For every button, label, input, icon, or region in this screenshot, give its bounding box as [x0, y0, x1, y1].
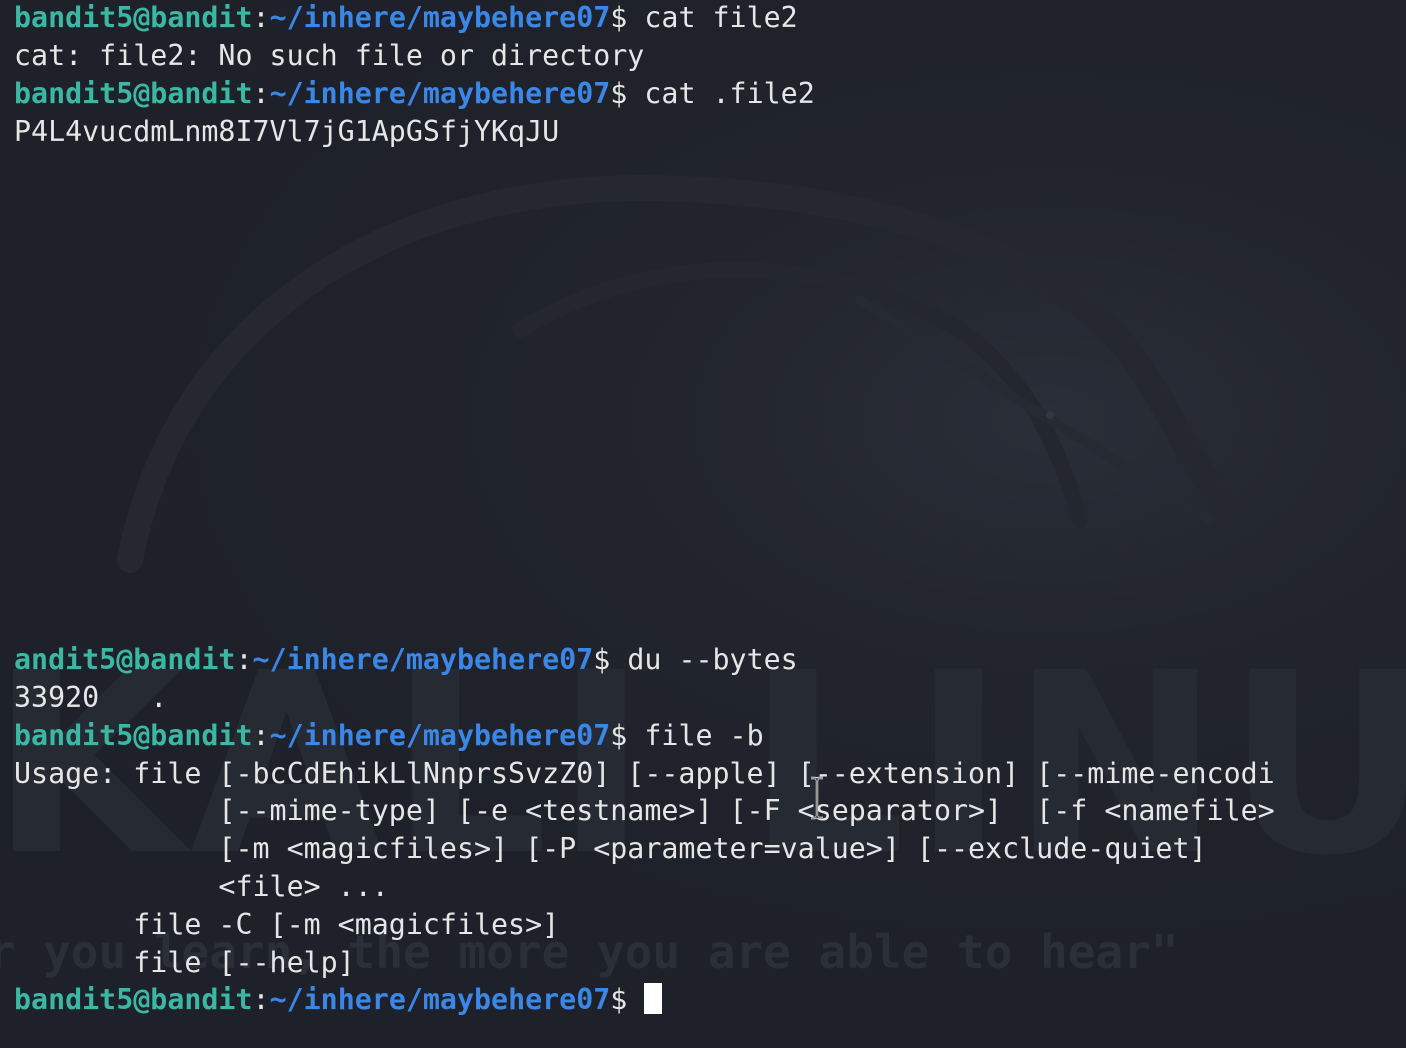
prompt-path: ~/inhere/maybehere07: [269, 77, 611, 110]
ibeam-cursor-icon: [811, 776, 823, 820]
prompt-symbol: $: [593, 643, 628, 676]
prompt-user-host: bandit5@bandit: [14, 983, 253, 1016]
prompt-line: bandit5@bandit:~/inhere/maybehere07$ cat…: [14, 0, 798, 37]
prompt-colon: :: [252, 1, 270, 34]
prompt-line: andit5@bandit:~/inhere/maybehere07$ du -…: [14, 641, 798, 679]
prompt-colon: :: [235, 643, 253, 676]
prompt-line: bandit5@bandit:~/inhere/maybehere07$ cat…: [14, 75, 815, 113]
output-line: <file> ...: [14, 870, 389, 903]
prompt-path: ~/inhere/maybehere07: [252, 643, 594, 676]
prompt-user-host: bandit5@bandit: [14, 1, 253, 34]
prompt-colon: :: [252, 983, 270, 1016]
prompt-symbol: $: [610, 77, 645, 110]
command-text: du --bytes: [627, 643, 798, 676]
output-line: [--mime-type] [-e <testname>] [-F <separ…: [14, 794, 1275, 827]
prompt-colon: :: [252, 77, 270, 110]
active-prompt-line[interactable]: bandit5@bandit:~/inhere/maybehere07$: [14, 981, 663, 1019]
prompt-colon: :: [252, 719, 270, 752]
prompt-symbol: $: [610, 983, 645, 1016]
terminal-window[interactable]: KALI LINUX er you learn, the more you ar…: [0, 0, 1406, 1048]
output-line: cat: file2: No such file or directory: [14, 39, 645, 72]
command-text: cat file2: [644, 1, 798, 34]
prompt-path: ~/inhere/maybehere07: [269, 719, 611, 752]
prompt-symbol: $: [610, 719, 645, 752]
output-line: file [--help]: [14, 946, 355, 979]
prompt-symbol: $: [610, 1, 645, 34]
text-cursor: [644, 983, 663, 1014]
command-text: file -b: [644, 719, 764, 752]
prompt-line: bandit5@bandit:~/inhere/maybehere07$ fil…: [14, 717, 764, 755]
output-line: 33920 .: [14, 681, 168, 714]
output-line: P4L4vucdmLnm8I7Vl7jG1ApGSfjYKqJU: [14, 115, 560, 148]
command-text: cat .file2: [644, 77, 815, 110]
output-line: [-m <magicfiles>] [-P <parameter=value>]…: [14, 832, 1207, 865]
output-line: Usage: file [-bcCdEhikLlNnprsSvzZ0] [--a…: [14, 757, 1275, 790]
output-line: file -C [-m <magicfiles>]: [14, 908, 560, 941]
prompt-path: ~/inhere/maybehere07: [269, 983, 611, 1016]
prompt-user-host: bandit5@bandit: [14, 719, 253, 752]
prompt-user-host: bandit5@bandit: [14, 77, 253, 110]
prompt-path: ~/inhere/maybehere07: [269, 1, 611, 34]
prompt-user-host: andit5@bandit: [14, 643, 236, 676]
